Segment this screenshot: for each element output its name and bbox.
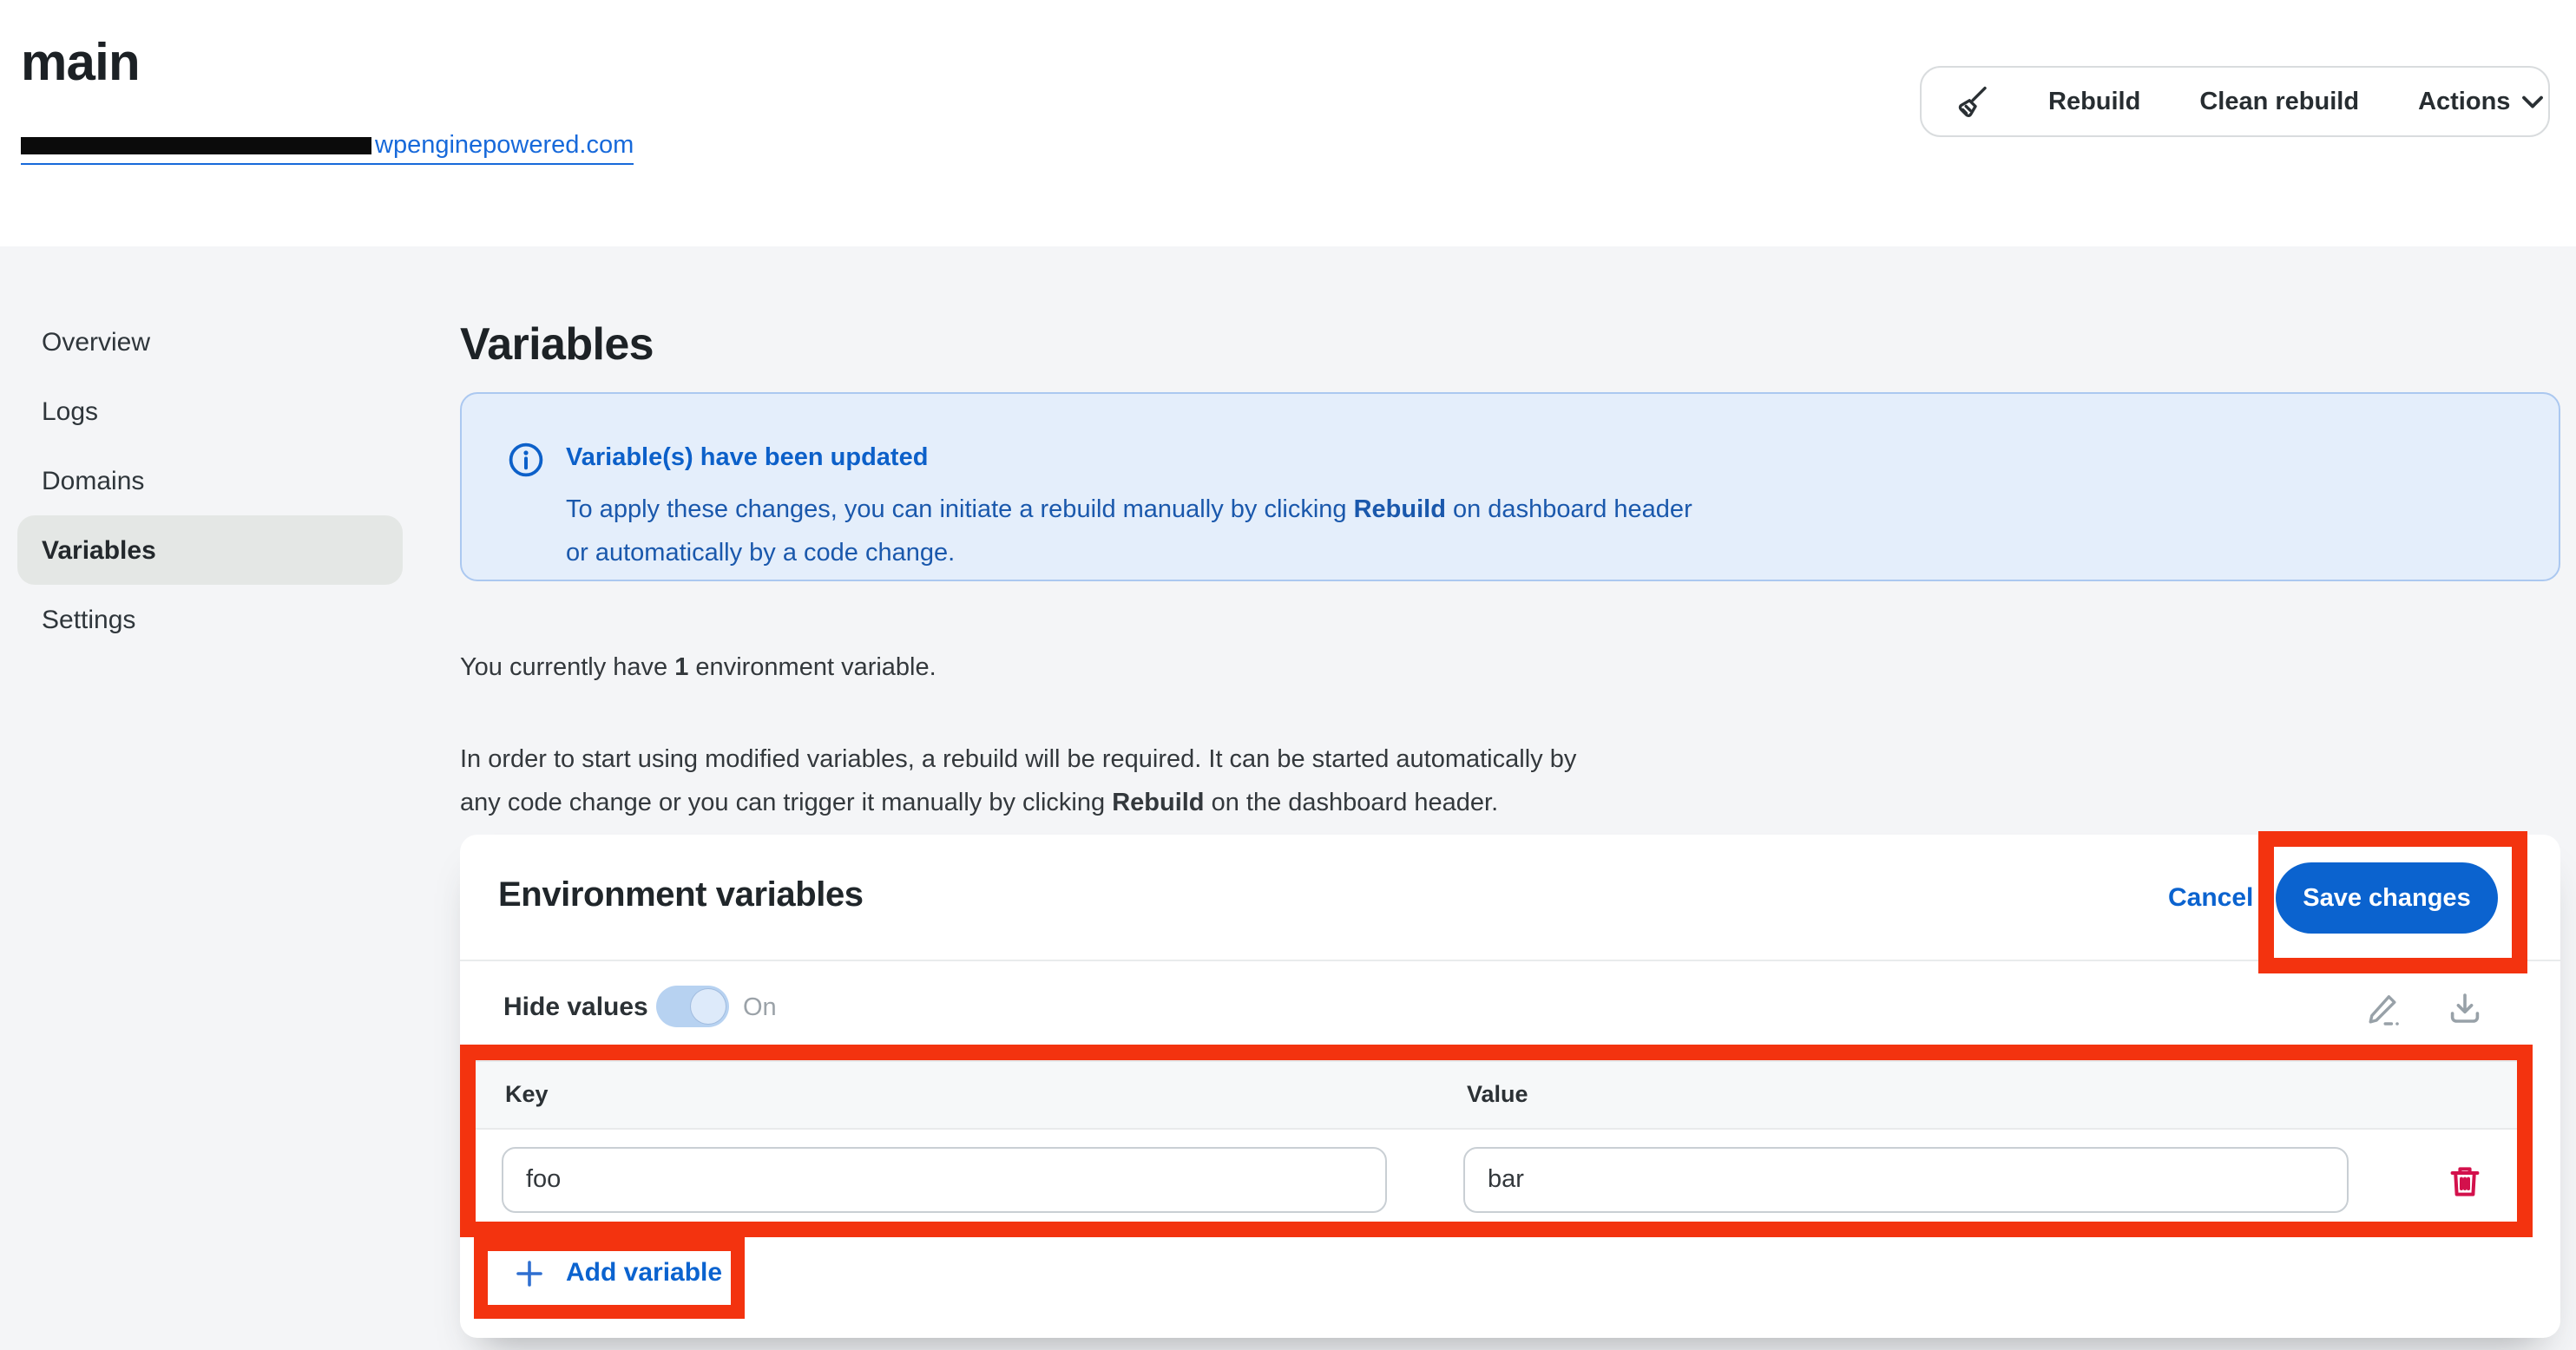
clean-cache-button[interactable] — [1922, 68, 2019, 135]
environment-variables-card: Environment variables Cancel Save change… — [460, 835, 2560, 1338]
alert-body: To apply these changes, you can initiate… — [566, 489, 1692, 576]
sidebar-item-label: Logs — [42, 396, 98, 426]
rebuild-note-line2: any code change or you can trigger it ma… — [460, 783, 1576, 826]
key-column-header: Key — [505, 1081, 549, 1107]
alert-body-line2: or automatically by a code change. — [566, 533, 1692, 576]
delete-variable-button[interactable] — [2446, 1163, 2484, 1201]
download-icon — [2446, 989, 2484, 1027]
pencil-icon — [2364, 989, 2402, 1027]
hide-values-toggle[interactable] — [656, 986, 729, 1027]
screenshot-viewport: main wpenginepowered.com Rebuild — [0, 0, 2576, 1350]
rebuild-button-label: Rebuild — [2048, 88, 2140, 115]
variable-value-input[interactable] — [1463, 1147, 2349, 1213]
sidebar-item-logs[interactable]: Logs — [17, 377, 403, 446]
value-column-header: Value — [1467, 1081, 1528, 1107]
rebuild-note-line1: In order to start using modified variabl… — [460, 739, 1576, 783]
trash-icon — [2446, 1163, 2484, 1201]
sidebar-item-label: Settings — [42, 605, 135, 634]
actions-dropdown-label: Actions — [2418, 88, 2510, 115]
toggle-knob — [691, 989, 726, 1024]
card-title: Environment variables — [498, 876, 864, 916]
card-header-divider — [460, 960, 2560, 961]
environment-dashboard: main wpenginepowered.com Rebuild — [0, 0, 2576, 1350]
sidebar-item-label: Domains — [42, 466, 144, 495]
sidebar-item-variables[interactable]: Variables — [17, 515, 403, 585]
sidebar-item-settings[interactable]: Settings — [17, 585, 403, 654]
variable-key-input[interactable] — [502, 1147, 1387, 1213]
clean-rebuild-button-label: Clean rebuild — [2199, 88, 2359, 115]
broom-icon — [1951, 82, 1989, 121]
environment-name-title: main — [21, 35, 140, 94]
site-url-link[interactable]: wpenginepowered.com — [21, 132, 634, 165]
alert-title: Variable(s) have been updated — [566, 444, 928, 472]
page-title: Variables — [460, 318, 654, 371]
cancel-button[interactable]: Cancel — [2168, 883, 2253, 913]
top-header: main wpenginepowered.com Rebuild — [0, 0, 2576, 246]
sidebar-nav: Overview Logs Domains Variables Settings — [17, 307, 403, 654]
header-toolbar: Rebuild Clean rebuild Actions — [1920, 66, 2550, 137]
variable-count-text: You currently have 1 environment variabl… — [460, 654, 936, 682]
sidebar-item-label: Overview — [42, 327, 150, 357]
toggle-state-label: On — [743, 994, 777, 1022]
save-changes-button[interactable]: Save changes — [2276, 862, 2498, 934]
redacted-url-bar — [21, 137, 371, 154]
info-alert: Variable(s) have been updated To apply t… — [460, 392, 2560, 581]
site-url-visible-text: wpenginepowered.com — [375, 132, 634, 160]
actions-dropdown-button[interactable]: Actions — [2389, 68, 2573, 135]
plus-icon — [516, 1259, 543, 1287]
edit-variables-button[interactable] — [2364, 989, 2402, 1027]
sidebar-item-overview[interactable]: Overview — [17, 307, 403, 377]
info-icon — [507, 441, 545, 479]
add-variable-button[interactable]: Add variable — [505, 1251, 733, 1294]
download-variables-button[interactable] — [2446, 989, 2484, 1027]
variables-table-header: Key Value — [460, 1060, 2533, 1130]
sidebar-item-domains[interactable]: Domains — [17, 446, 403, 515]
add-variable-label: Add variable — [566, 1258, 722, 1288]
chevron-down-icon — [2522, 95, 2543, 108]
rebuild-note-text: In order to start using modified variabl… — [460, 739, 1576, 826]
alert-body-line1: To apply these changes, you can initiate… — [566, 489, 1692, 533]
rebuild-button[interactable]: Rebuild — [2019, 68, 2170, 135]
clean-rebuild-button[interactable]: Clean rebuild — [2170, 68, 2389, 135]
hide-values-label: Hide values — [503, 993, 648, 1022]
sidebar-item-label: Variables — [42, 535, 156, 565]
